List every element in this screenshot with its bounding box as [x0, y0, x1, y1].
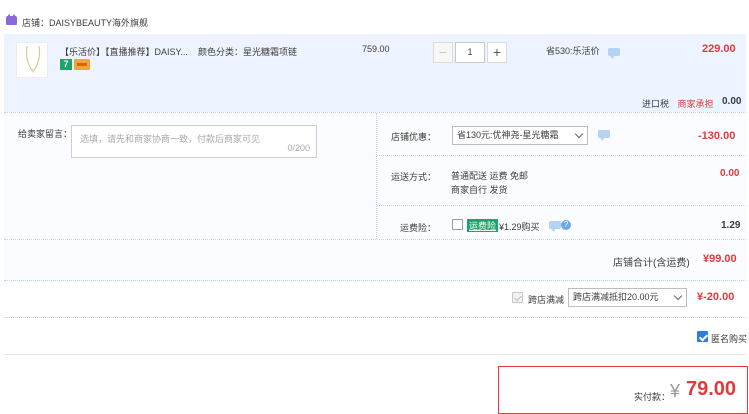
anonymous-checkbox[interactable] — [697, 331, 708, 342]
seller-message-label: 给卖家留言： — [18, 129, 73, 139]
chat-bubble-icon[interactable] — [598, 130, 610, 141]
saving-label: 省530:乐活价 — [546, 46, 600, 56]
insurance-price: ¥1.29购买 — [499, 222, 540, 232]
item-total: 229.00 — [702, 43, 736, 55]
cross-store-select[interactable]: 跨店满减抵扣20.00元 — [568, 288, 687, 307]
cross-store-checkbox[interactable] — [512, 292, 523, 303]
shop-discount-value: -130.00 — [698, 130, 736, 142]
quantity-input[interactable]: 1 — [455, 42, 485, 63]
insurance-label: 运费险： — [399, 223, 436, 233]
product-thumbnail[interactable] — [16, 42, 48, 78]
seller-message-placeholder: 选填，请先和商家协商一致，付款后商家可见 — [80, 134, 261, 144]
shop-total-value: ¥99.00 — [703, 253, 737, 265]
insurance-badge[interactable]: 运费险 — [467, 219, 499, 232]
merchant-pays-link[interactable]: 商家承担 — [678, 99, 714, 109]
shop-discount-label: 店铺优惠： — [390, 132, 436, 142]
shop-total-label: 店铺合计(含运费) — [613, 258, 690, 269]
necklace-icon — [25, 45, 41, 73]
insurance-value: 1.29 — [721, 220, 741, 231]
product-sku: 颜色分类：星光糖霜项链 — [198, 47, 298, 57]
chevron-down-icon — [574, 129, 584, 139]
divider — [377, 155, 746, 156]
shop-name[interactable]: 店铺：DAISYBEAUTY海外旗舰 — [22, 16, 148, 29]
shop-icon — [6, 14, 17, 25]
cross-store-label: 跨店满减 — [528, 295, 565, 305]
decrease-quantity-button[interactable]: − — [433, 42, 453, 63]
seller-message-input[interactable]: 选填，请先和商家协商一致，付款后商家可见 0/200 — [71, 125, 317, 158]
shipping-dispatch: 商家自行 发货 — [451, 185, 508, 195]
chat-bubble-icon[interactable] — [608, 48, 620, 59]
cross-store-value: ¥-20.00 — [697, 291, 735, 303]
char-counter: 0/200 — [287, 143, 310, 153]
anonymous-label: 匿名购买 — [711, 334, 748, 344]
insurance-checkbox[interactable] — [452, 219, 463, 230]
shop-discount-select[interactable]: 省130元:优神尧-星光糖霜 — [452, 126, 588, 145]
card-payment-icon — [74, 59, 90, 70]
increase-quantity-button[interactable]: + — [487, 42, 507, 63]
cross-store-selected: 跨店满减抵扣20.00元 — [573, 292, 659, 302]
shipping-value: 0.00 — [720, 168, 740, 179]
seven-day-return-icon: 7 — [60, 59, 72, 70]
import-tax-label: 进口税 — [642, 99, 670, 109]
divider — [377, 205, 746, 206]
shop-discount-selected: 省130元:优神尧-星光糖霜 — [457, 130, 559, 140]
payment-label: 实付款： — [634, 392, 671, 402]
shipping-label: 运送方式： — [390, 172, 436, 182]
divider — [4, 239, 746, 240]
divider — [4, 354, 746, 355]
import-tax: 进口税 商家承担 — [642, 97, 714, 110]
payment-amount: 79.00 — [686, 378, 737, 400]
shipping-method: 普通配送 运费 免邮 — [451, 171, 529, 181]
chevron-down-icon — [673, 291, 683, 301]
help-icon[interactable]: ? — [561, 220, 571, 230]
payment-currency: ¥ — [670, 381, 681, 401]
chat-bubble-icon[interactable] — [549, 221, 561, 232]
unit-price: 759.00 — [362, 44, 390, 54]
import-tax-value: 0.00 — [722, 96, 742, 107]
divider — [4, 280, 746, 281]
divider — [4, 112, 746, 113]
product-title[interactable]: 【乐活价】【直播推荐】DAISY... — [60, 45, 188, 58]
divider — [4, 317, 746, 318]
